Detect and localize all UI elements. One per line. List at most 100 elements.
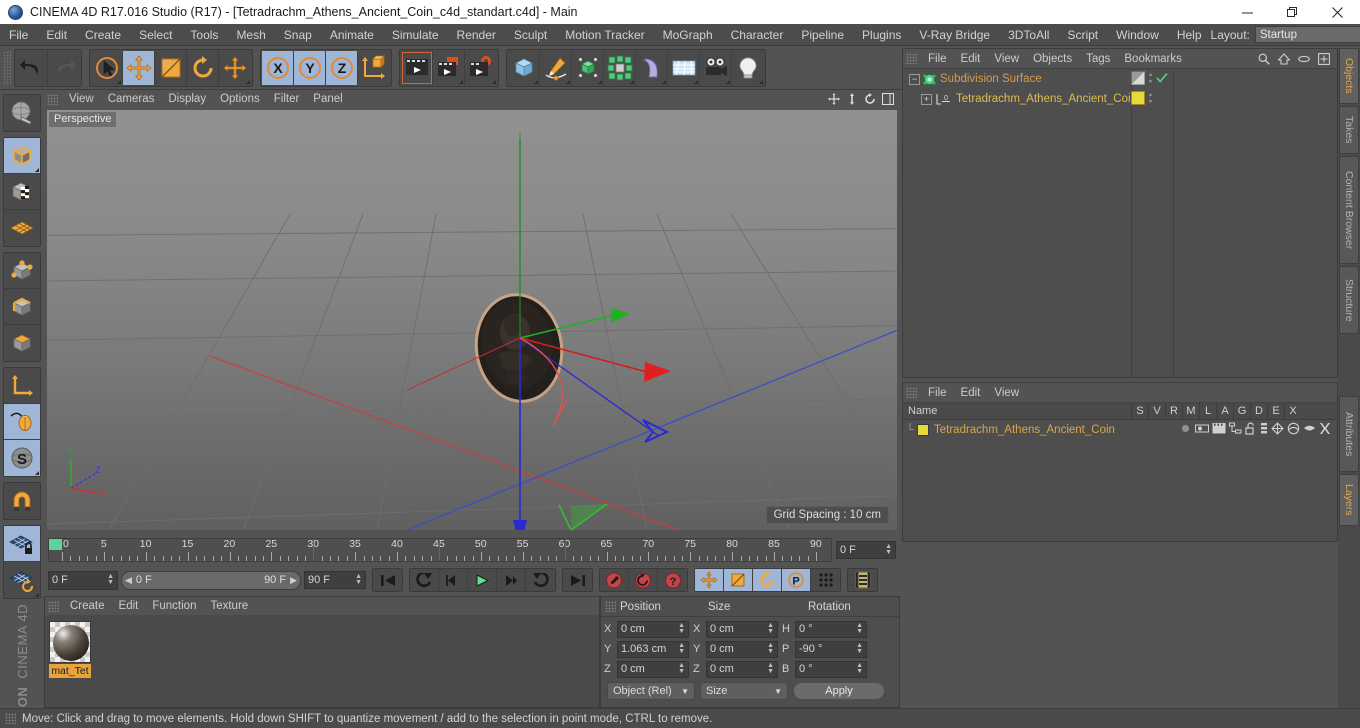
viewport-grip[interactable] [47,93,58,105]
move-tool-icon[interactable] [123,50,155,85]
render-region-icon[interactable] [433,50,465,85]
deformer-bend-icon[interactable] [636,50,668,85]
menu-sculpt[interactable]: Sculpt [505,24,556,46]
status-bar-grip[interactable] [5,713,16,724]
model-mode-icon[interactable] [4,138,40,174]
viewport-menu-display[interactable]: Display [161,90,213,108]
material-menu-create[interactable]: Create [63,597,112,615]
coordinate-system-select[interactable]: Object (Rel) ▼ [607,682,695,700]
tab-objects[interactable]: Objects [1339,48,1359,104]
keyframe-selection-icon[interactable]: ? [658,569,687,591]
timeline-current-marker[interactable] [49,539,62,550]
undo-icon[interactable] [16,50,48,85]
workplane-mode-icon[interactable] [4,210,40,246]
scale-tool-icon[interactable] [155,50,187,85]
redo-icon[interactable] [48,50,80,85]
home-icon[interactable] [1277,52,1291,66]
stepper-icon[interactable]: ▲ ▼ [355,573,362,586]
next-key-icon[interactable] [526,569,555,591]
menu-animate[interactable]: Animate [321,24,383,46]
toolbar-grip[interactable] [3,50,12,85]
key-pla-icon[interactable] [811,569,840,591]
viewport-menu-cameras[interactable]: Cameras [101,90,162,108]
animation-bars-icon[interactable] [1260,422,1268,438]
live-selection-icon[interactable] [91,50,123,85]
new-layout-icon[interactable] [1317,52,1331,66]
menu-file[interactable]: File [0,24,37,46]
render-view-icon[interactable] [401,50,433,85]
object-row-subdivision-surface[interactable]: − Subdivision Surface [903,69,1337,89]
workplane-lock-icon[interactable] [4,526,40,562]
close-icon[interactable] [1315,0,1360,24]
dots-icon[interactable] [1148,71,1153,88]
tab-content-browser[interactable]: Content Browser [1339,156,1359,264]
tab-layers[interactable]: Layers [1339,474,1359,526]
workplane-rotate-icon[interactable] [4,562,40,598]
ellipse-icon[interactable] [1297,52,1311,66]
object-menu-objects[interactable]: Objects [1026,50,1079,68]
range-left-handle-icon[interactable]: ◀ [125,575,132,586]
stepper-icon[interactable]: ▲ ▼ [767,642,774,655]
points-mode-icon[interactable] [4,253,40,289]
menu-snap[interactable]: Snap [275,24,321,46]
move-alt-icon[interactable] [219,50,251,85]
expand-toggle-icon[interactable]: − [909,73,920,85]
position-x-input[interactable]: 0 cm ▲ ▼ [617,620,689,638]
mograph-array-icon[interactable] [604,50,636,85]
axis-x-icon[interactable]: X [262,50,294,85]
coordinates-panel-grip[interactable] [605,601,616,612]
play-forward-icon[interactable] [468,569,497,591]
stepper-icon[interactable]: ▲ ▼ [678,662,685,675]
layer-manager-grip[interactable] [906,387,917,398]
object-menu-edit[interactable]: Edit [954,50,988,68]
viewport-rotate-icon[interactable] [863,93,876,106]
layout-select[interactable]: Startup ▼ [1254,26,1360,43]
key-parameter-icon[interactable]: P [782,569,811,591]
tab-takes[interactable]: Takes [1339,106,1359,154]
camera-icon[interactable] [700,50,732,85]
go-to-end-icon[interactable] [563,569,592,591]
phong-tag-icon[interactable] [1131,70,1145,88]
position-z-input[interactable]: 0 cm ▲ ▼ [617,660,689,678]
stepper-icon[interactable]: ▲ ▼ [678,622,685,635]
viewport-menu-filter[interactable]: Filter [267,90,307,108]
menu-tools[interactable]: Tools [181,24,227,46]
layer-color-swatch[interactable] [917,424,929,436]
step-forward-icon[interactable] [497,569,526,591]
make-editable-icon[interactable] [4,95,40,131]
menu-render[interactable]: Render [448,24,505,46]
tab-structure[interactable]: Structure [1339,266,1359,334]
expression-icon[interactable] [1303,422,1316,438]
dots-icon[interactable] [1148,91,1153,108]
rotate-tool-icon[interactable] [187,50,219,85]
key-position-icon[interactable] [695,569,724,591]
deformer-icon[interactable] [1287,422,1300,438]
stepper-icon[interactable]: ▲ ▼ [885,543,892,556]
size-x-input[interactable]: 0 cm ▲ ▼ [706,620,778,638]
tab-attributes[interactable]: Attributes [1339,396,1359,472]
object-menu-bookmarks[interactable]: Bookmarks [1117,50,1189,68]
object-menu-view[interactable]: View [987,50,1026,68]
layer-menu-view[interactable]: View [987,384,1026,402]
preview-range-slider[interactable]: ◀ 0 F 90 F ▶ [121,570,301,590]
menu-motion-tracker[interactable]: Motion Tracker [556,24,653,46]
menu-simulate[interactable]: Simulate [383,24,448,46]
layer-row[interactable]: └ Tetradrachm_Athens_Ancient_Coin [903,420,1337,440]
previous-key-icon[interactable] [410,569,439,591]
viewport-3d-canvas[interactable]: Perspective Y X Z Grid Spacing: 10 cm [47,110,897,530]
spline-pen-icon[interactable] [540,50,572,85]
material-item[interactable]: mat_Tet [49,621,91,678]
viewport-maximize-icon[interactable] [881,93,894,106]
range-right-handle-icon[interactable]: ▶ [290,575,297,586]
restore-icon[interactable] [1270,0,1315,24]
material-tag-icon[interactable] [1131,90,1145,108]
search-icon[interactable] [1257,52,1271,66]
viewport-menu-options[interactable]: Options [213,90,267,108]
soft-selection-icon[interactable]: S [4,440,40,476]
stepper-icon[interactable]: ▲ ▼ [107,573,114,586]
menu-create[interactable]: Create [76,24,130,46]
menu-vray-bridge[interactable]: V-Ray Bridge [910,24,999,46]
generator-icon[interactable] [1271,422,1284,438]
menu-help[interactable]: Help [1168,24,1211,46]
size-mode-select[interactable]: Size ▼ [700,682,788,700]
